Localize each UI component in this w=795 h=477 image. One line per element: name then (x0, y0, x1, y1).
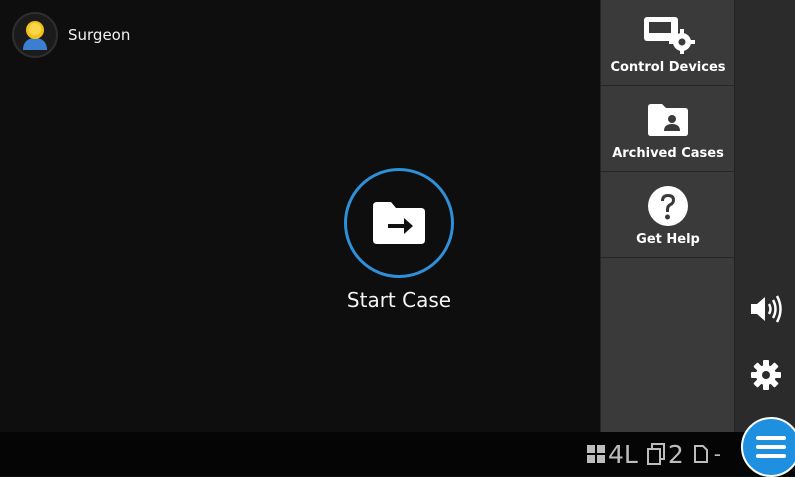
grid-layout-icon (587, 445, 605, 463)
status-indicators: 4L 2 - (586, 439, 721, 469)
volume-icon (751, 295, 782, 323)
user-name: Surgeon (68, 26, 131, 44)
gear-icon (751, 360, 781, 390)
start-case-label: Start Case (346, 288, 452, 312)
settings-button[interactable] (747, 356, 785, 394)
right-rail (734, 0, 795, 432)
copies-value: 2 (667, 439, 684, 469)
user-avatar-icon (12, 12, 58, 58)
question-icon (646, 184, 690, 228)
folder-user-icon (646, 98, 690, 142)
volume-button[interactable] (747, 290, 785, 328)
start-case-ring (344, 168, 454, 278)
hamburger-menu-icon (756, 436, 786, 458)
main-area: Surgeon Start Case (0, 0, 600, 432)
devices-gear-icon (640, 12, 696, 56)
archived-cases-button[interactable]: Archived Cases (601, 86, 735, 172)
main-menu-button[interactable] (741, 417, 795, 477)
user-profile[interactable]: Surgeon (12, 12, 130, 58)
layout-value: 4L (608, 439, 638, 469)
side-panel: Control Devices Archived Cases Get Help (600, 0, 735, 432)
copies-icon (646, 443, 665, 465)
get-help-label: Get Help (636, 232, 700, 247)
get-help-button[interactable]: Get Help (601, 172, 735, 258)
archived-cases-label: Archived Cases (612, 146, 724, 161)
start-case-button[interactable]: Start Case (344, 168, 454, 312)
control-devices-label: Control Devices (610, 60, 726, 75)
control-devices-button[interactable]: Control Devices (601, 0, 735, 86)
document-icon (693, 445, 708, 463)
document-value: - (713, 442, 721, 466)
folder-arrow-icon (373, 202, 425, 244)
